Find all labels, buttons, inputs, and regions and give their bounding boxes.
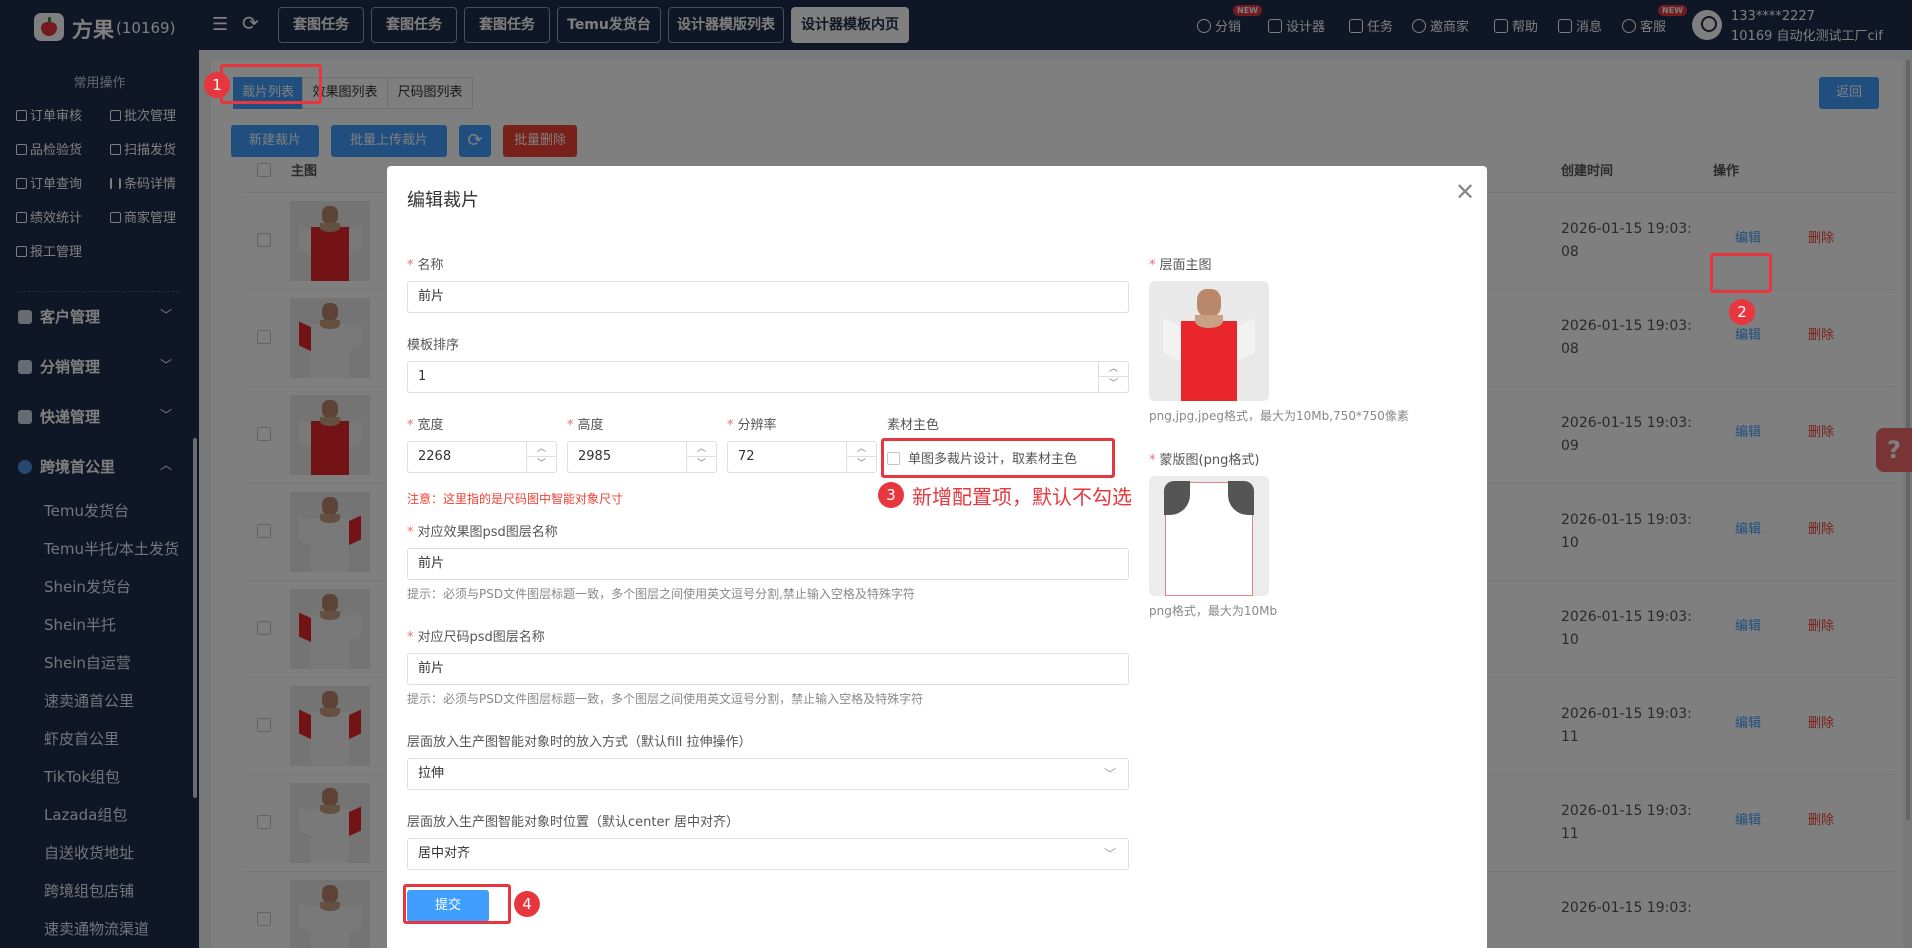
dpi-stepper[interactable]: 72 ︿ ﹀ — [727, 441, 877, 473]
placement-select[interactable]: 拉伸 ﹀ — [407, 758, 1129, 790]
mask-shape — [1164, 481, 1254, 596]
main-image-upload[interactable] — [1149, 281, 1269, 401]
name-input[interactable]: 前片 — [407, 281, 1129, 313]
step-marker-3: 3 — [878, 482, 904, 508]
effect-psd-input[interactable]: 前片 — [407, 548, 1129, 580]
decrement-icon[interactable]: ﹀ — [527, 457, 556, 472]
height-stepper[interactable]: 2985 ︿ ﹀ — [567, 441, 717, 473]
main-image-hint: png,jpg,jpeg格式，最大为10Mb,750*750像素 — [1149, 409, 1409, 423]
step-marker-2: 2 — [1729, 299, 1755, 325]
chevron-down-icon: ﹀ — [1103, 847, 1116, 861]
main-image-label: * 层面主图 — [1149, 258, 1212, 273]
sort-value: 1 — [418, 369, 427, 384]
increment-icon[interactable]: ︿ — [527, 442, 556, 457]
decrement-icon[interactable]: ﹀ — [687, 457, 716, 472]
position-value: 居中对齐 — [418, 846, 471, 861]
sort-label: 模板排序 — [407, 338, 460, 353]
effect-psd-hint: 提示：必须与PSD文件图层标题一致，多个图层之间使用英文逗号分割,禁止输入空格及… — [407, 587, 915, 601]
callout-text: 新增配置项，默认不勾选 — [912, 485, 1132, 509]
decrement-icon[interactable]: ﹀ — [847, 457, 876, 472]
dpi-value: 72 — [738, 449, 755, 464]
placement-value: 拉伸 — [418, 766, 445, 781]
height-label: * 高度 — [567, 418, 604, 433]
size-note: 注意：这里指的是尺码图中智能对象尺寸 — [407, 492, 624, 506]
decrement-icon[interactable]: ﹀ — [1099, 377, 1128, 392]
step-marker-1: 1 — [204, 72, 230, 98]
highlight-submit — [403, 884, 511, 924]
mask-label: * 蒙版图(png格式) — [1149, 453, 1260, 468]
app-root: 方果 (10169) ☰ ⟳ 套图任务 套图任务 套图任务 Temu发货台 设计… — [0, 0, 1912, 948]
chevron-down-icon: ﹀ — [1103, 767, 1116, 781]
dialog-title: 编辑裁片 — [407, 190, 479, 211]
mask-upload[interactable] — [1149, 476, 1269, 596]
effect-psd-label: * 对应效果图psd图层名称 — [407, 525, 558, 540]
sort-stepper[interactable]: 1 ︿ ﹀ — [407, 361, 1129, 393]
width-value: 2268 — [418, 449, 452, 464]
dpi-label: * 分辨率 — [727, 418, 777, 433]
increment-icon[interactable]: ︿ — [847, 442, 876, 457]
position-select[interactable]: 居中对齐 ﹀ — [407, 838, 1129, 870]
height-value: 2985 — [578, 449, 612, 464]
close-icon[interactable]: ✕ — [1455, 178, 1475, 206]
highlight-edit-link — [1710, 253, 1772, 293]
edit-cut-dialog: 编辑裁片 ✕ * 名称 前片 模板排序 1 ︿ ﹀ * 宽度 2268 ︿ ﹀ * 高度 29… — [387, 166, 1487, 948]
increment-icon[interactable]: ︿ — [1099, 362, 1128, 377]
width-stepper[interactable]: 2268 ︿ ﹀ — [407, 441, 557, 473]
position-label: 层面放入生产图智能对象时位置（默认center 居中对齐） — [407, 815, 739, 830]
size-psd-input[interactable]: 前片 — [407, 653, 1129, 685]
highlight-color-checkbox — [881, 438, 1115, 478]
color-label: 素材主色 — [887, 418, 940, 433]
placement-label: 层面放入生产图智能对象时的放入方式（默认fill 拉伸操作） — [407, 735, 752, 750]
size-psd-label: * 对应尺码psd图层名称 — [407, 630, 545, 645]
mask-hint: png格式，最大为10Mb — [1149, 604, 1278, 618]
highlight-cut-tab — [220, 64, 322, 104]
width-label: * 宽度 — [407, 418, 444, 433]
red-tshirt-image — [1159, 289, 1259, 401]
size-psd-hint: 提示：必须与PSD文件图层标题一致，多个图层之间使用英文逗号分割，禁止输入空格及… — [407, 692, 924, 706]
step-marker-4: 4 — [514, 891, 540, 917]
name-label: * 名称 — [407, 258, 444, 273]
increment-icon[interactable]: ︿ — [687, 442, 716, 457]
